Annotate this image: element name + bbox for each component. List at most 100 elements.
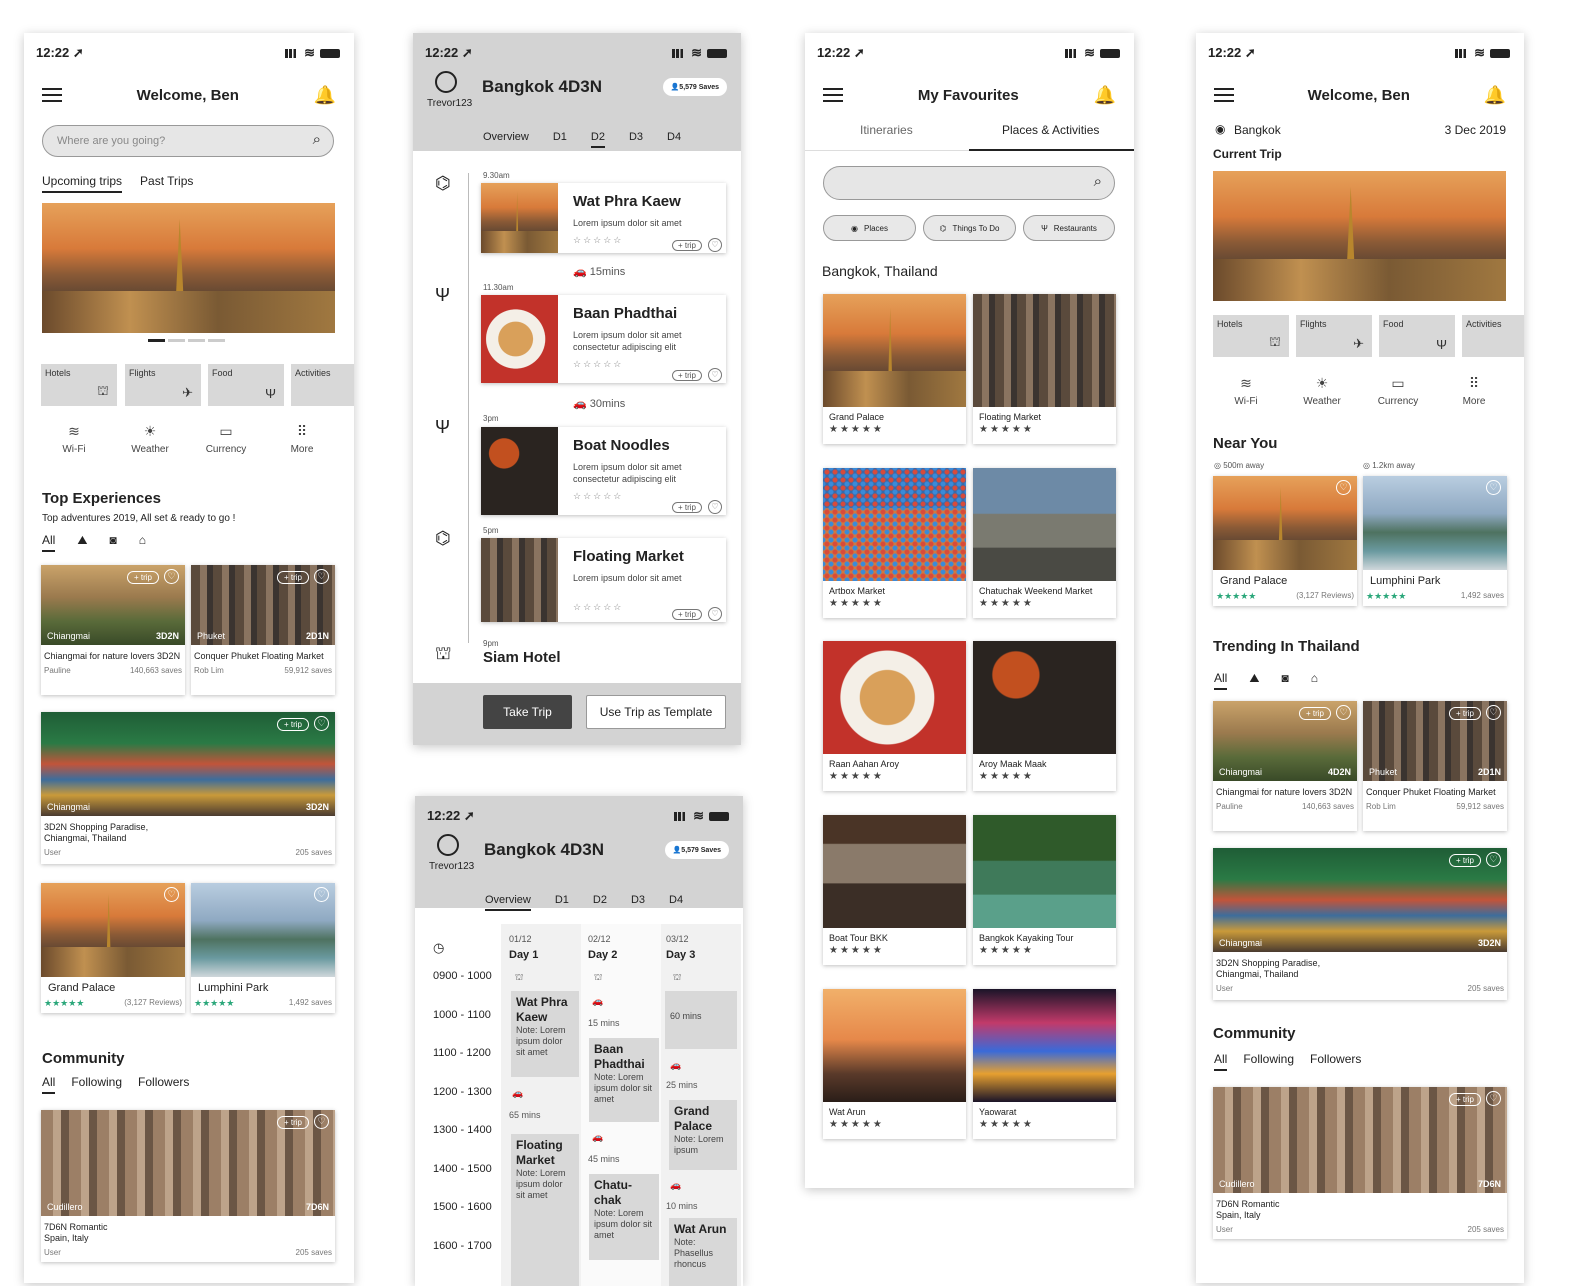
util-more[interactable]: ⠿ More [1444,375,1504,407]
heart-icon[interactable]: ♡ [1486,480,1501,495]
tab-d1[interactable]: D1 [553,131,567,148]
use-template-button[interactable]: Use Trip as Template [586,695,726,729]
tab-d3[interactable]: D3 [629,131,643,148]
search-icon[interactable]: ⌕ [313,131,321,148]
landmark-icon[interactable]: ⌂ [139,533,146,552]
util-weather[interactable]: ☀ Weather [120,423,180,455]
chip-things-to-do[interactable]: ⌬ Things To Do [923,215,1016,241]
itinerary-item[interactable]: Wat Phra Kaew Lorem ipsum dolor sit amet ☆… [481,183,726,253]
tile-food[interactable]: Food Ψ [208,364,284,406]
heart-icon[interactable]: ♡ [708,368,722,382]
add-trip-button[interactable]: + trip [671,609,702,620]
menu-icon[interactable] [1214,88,1234,102]
landmark-icon[interactable]: ⌂ [1311,671,1318,690]
camera-icon[interactable]: ◙ [109,533,116,552]
bell-icon[interactable]: 🔔 [314,85,336,106]
tile-hotels[interactable]: Hotels ⛫ [1213,315,1289,357]
heart-icon[interactable]: ♡ [1486,852,1501,867]
camera-icon[interactable]: ◙ [1281,671,1288,690]
search-icon[interactable]: ⌕ [1094,173,1102,190]
tab-overview[interactable]: Overview [485,894,531,911]
add-trip-button[interactable]: + trip [671,502,702,513]
tab-followers[interactable]: Followers [1310,1052,1361,1071]
filter-all[interactable]: All [1214,671,1228,690]
take-trip-button[interactable]: Take Trip [483,695,572,729]
itinerary-item[interactable]: Floating Market Lorem ipsum dolor sit ame… [481,538,726,622]
tab-following[interactable]: Following [71,1075,122,1094]
trip-card[interactable]: + trip ♡ Phuket 2D1N Conquer Phuket Floatin… [191,565,335,695]
util-wifi[interactable]: ≋ Wi-Fi [1216,375,1276,407]
add-trip-button[interactable]: + trip [276,718,309,731]
heart-icon[interactable]: ♡ [1336,480,1351,495]
heart-icon[interactable]: ♡ [314,887,329,902]
place-card[interactable]: ♡ Grand Palace ★★★★★ (3,127 Reviews) [1213,476,1357,606]
place-card[interactable]: ♡ Lumphini Park ★★★★★ 1,492 saves [1363,476,1507,606]
tab-overview[interactable]: Overview [483,131,529,148]
favourite-card[interactable]: Wat Arun ★★★★★ [823,989,966,1139]
trip-card[interactable]: + trip ♡ Phuket 2D1N Conquer Phuket Floatin… [1363,701,1507,831]
community-card[interactable]: + trip ♡ Cudillero 7D6N 7D6N Romantic Spain… [41,1110,335,1262]
heart-icon[interactable]: ♡ [1336,705,1351,720]
heart-icon[interactable]: ♡ [164,569,179,584]
util-currency[interactable]: ▭ Currency [1368,375,1428,407]
block-visit[interactable]: Grand Palace Note: Lorem ipsum [669,1100,737,1170]
search-input[interactable]: Where are you going? ⌕ [42,125,334,157]
trip-card[interactable]: + trip ♡ Chiangmai 4D2N Chiangmai for natur… [1213,701,1357,831]
favourite-card[interactable]: Artbox Market ★★★★★ [823,468,966,618]
tab-d4[interactable]: D4 [667,131,681,148]
heart-icon[interactable]: ♡ [708,607,722,621]
filter-all[interactable]: All [42,533,56,552]
tab-places-activities[interactable]: Places & Activities [1002,123,1099,137]
trip-card-wide[interactable]: + trip ♡ Chiangmai 3D2N 3D2N Shopping Parad… [1213,848,1507,1000]
hero-image[interactable]: Bangkok, Thailand 01 December 2019 To 5 D… [42,203,335,333]
tab-all[interactable]: All [42,1075,56,1094]
chip-places[interactable]: ◉ Places [823,215,916,241]
trip-card-wide[interactable]: + trip ♡ Chiangmai 3D2N 3D2N Shopping Parad… [41,712,335,864]
tile-flights[interactable]: Flights ✈ [125,364,201,406]
hiking-icon[interactable]: ⛰ [1249,671,1259,690]
hero-image[interactable]: Bangkok, Thailand 01 December 2019 To 5 D… [1213,171,1506,301]
heart-icon[interactable]: ♡ [314,569,329,584]
favourite-card[interactable]: Aroy Maak Maak ★★★★★ [973,641,1116,791]
favourite-card[interactable]: Grand Palace ★★★★★ [823,294,966,444]
itinerary-item[interactable]: Baan Phadthai Lorem ipsum dolor sit amet … [481,295,726,383]
add-trip-button[interactable]: + trip [671,370,702,381]
heart-icon[interactable]: ♡ [708,500,722,514]
heart-icon[interactable]: ♡ [1486,1091,1501,1106]
add-trip-button[interactable]: + trip [126,571,159,584]
block-visit[interactable]: Baan Phadthai Note: Lorem ipsum dolor sit… [589,1038,659,1122]
saves-badge[interactable]: 👤5,579 Saves [662,78,727,96]
add-trip-button[interactable]: + trip [1448,1093,1481,1106]
add-trip-button[interactable]: + trip [1448,854,1481,867]
menu-icon[interactable] [823,88,843,102]
menu-icon[interactable] [42,88,62,102]
block-visit[interactable]: Wat Phra Kaew Note: Lorem ipsum dolor sit… [511,991,579,1077]
favourite-card[interactable]: Boat Tour BKK ★★★★★ [823,815,966,965]
itinerary-item[interactable]: Boat Noodles Lorem ipsum dolor sit amet c… [481,427,726,515]
favourite-card[interactable]: Yaowarat ★★★★★ [973,989,1116,1139]
block-visit[interactable]: 60 mins [665,991,737,1049]
heart-icon[interactable]: ♡ [314,1114,329,1129]
add-trip-button[interactable]: + trip [276,1116,309,1129]
heart-icon[interactable]: ♡ [164,887,179,902]
add-trip-button[interactable]: + trip [1448,707,1481,720]
tab-itineraries[interactable]: Itineraries [860,123,913,137]
util-more[interactable]: ⠿ More [272,423,332,455]
tab-upcoming-trips[interactable]: Upcoming trips [42,174,123,193]
trip-card[interactable]: + trip ♡ Chiangmai 3D2N Chiangmai for natur… [41,565,185,695]
tab-d3[interactable]: D3 [631,894,645,911]
block-visit[interactable]: Wat Arun Note: Phasellus rhoncus [669,1218,737,1286]
tab-d2[interactable]: D2 [593,894,607,911]
saves-badge[interactable]: 👤5,579 Saves [664,841,729,859]
tab-following[interactable]: Following [1243,1052,1294,1071]
hiking-icon[interactable]: ⛰ [77,533,87,552]
tab-all[interactable]: All [1214,1052,1228,1071]
user-avatar-icon[interactable] [435,71,457,93]
bell-icon[interactable]: 🔔 [1484,85,1506,106]
tile-food[interactable]: Food Ψ [1379,315,1455,357]
tile-activities[interactable]: Activities [1462,315,1524,357]
block-visit[interactable]: Chatu-chak Note: Lorem ipsum dolor sit am… [589,1174,659,1260]
tab-d4[interactable]: D4 [669,894,683,911]
heart-icon[interactable]: ♡ [1486,705,1501,720]
tab-followers[interactable]: Followers [138,1075,189,1094]
